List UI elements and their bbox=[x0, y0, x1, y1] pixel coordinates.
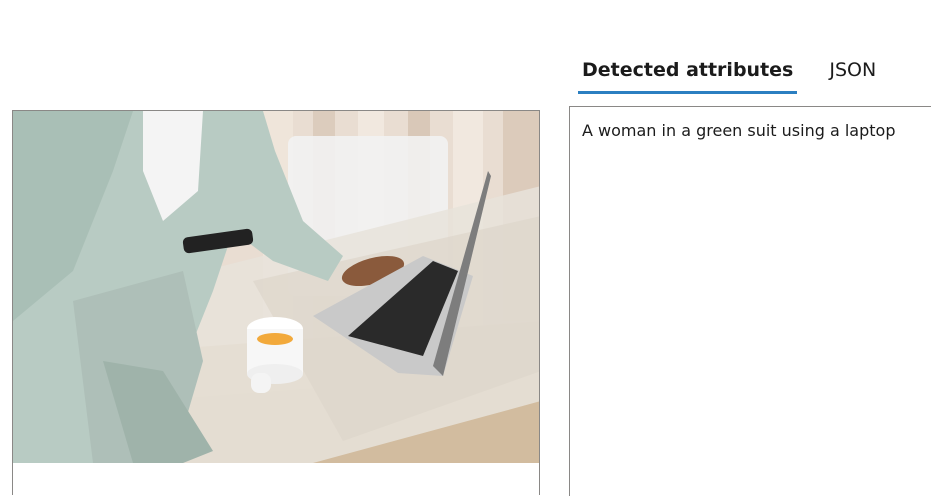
tab-detected-attributes[interactable]: Detected attributes bbox=[577, 56, 798, 94]
image-caption-area bbox=[13, 463, 539, 495]
results-panel: A woman in a green suit using a laptop bbox=[569, 106, 931, 496]
caption-result: A woman in a green suit using a laptop bbox=[582, 121, 896, 140]
result-tabs: Detected attributes JSON bbox=[577, 56, 878, 96]
photo bbox=[13, 111, 539, 463]
image-preview-card bbox=[12, 110, 540, 495]
tab-json[interactable]: JSON bbox=[827, 56, 878, 94]
